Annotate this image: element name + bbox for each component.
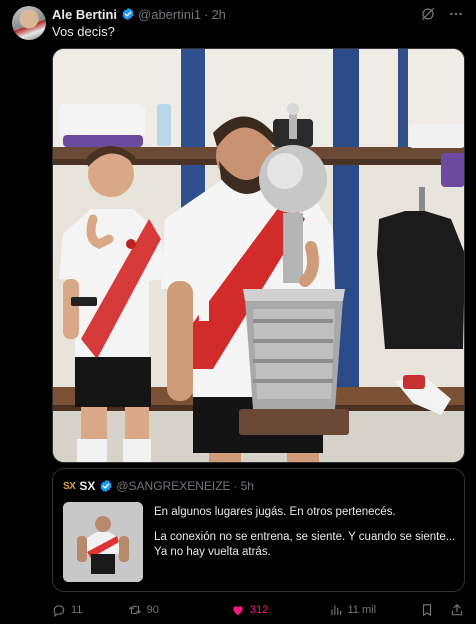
share-icon[interactable]: [450, 603, 464, 617]
reply-count: 11: [71, 604, 83, 616]
tweet-photo[interactable]: [52, 48, 465, 463]
like-count: 312: [250, 604, 269, 616]
retweet-button[interactable]: 90: [128, 603, 231, 617]
quoted-handle[interactable]: @SANGREXENEIZE: [116, 479, 230, 493]
retweet-icon: [128, 605, 141, 615]
quoted-author-name[interactable]: SX: [79, 479, 95, 493]
quoted-tweet[interactable]: SX SX @SANGREXENEIZE · 5h En algunos lug…: [52, 468, 465, 592]
quoted-avatar-logo[interactable]: SX: [63, 481, 76, 492]
locker-room-photo: [53, 49, 464, 462]
author-handle[interactable]: @abertini1: [138, 7, 201, 22]
quoted-photo[interactable]: [63, 502, 143, 582]
author-avatar[interactable]: [12, 6, 46, 40]
separator: ·: [204, 6, 209, 22]
grok-icon[interactable]: [420, 6, 436, 22]
tweet-time[interactable]: 2h: [211, 7, 225, 22]
views-count: 11 mil: [347, 604, 377, 616]
reply-icon: [53, 605, 65, 617]
author-name[interactable]: Ale Bertini: [52, 7, 117, 22]
more-icon[interactable]: [448, 6, 464, 22]
separator: ·: [233, 479, 238, 493]
tweet: Ale Bertini @abertini1 · 2h Vos decis? S…: [0, 0, 476, 624]
bookmark-icon[interactable]: [420, 603, 434, 617]
like-button[interactable]: 312: [231, 603, 328, 617]
player-photo: [63, 502, 143, 582]
secondary-actions: [420, 603, 464, 617]
quoted-header: SX SX @SANGREXENEIZE · 5h: [63, 479, 254, 493]
header-actions: [420, 6, 464, 22]
verified-badge-icon: [122, 7, 134, 21]
views-button[interactable]: 11 mil: [329, 603, 421, 617]
quoted-text: En algunos lugares jugás. En otros perte…: [154, 505, 456, 570]
tweet-header: Ale Bertini @abertini1 · 2h: [52, 5, 464, 23]
quoted-paragraph: En algunos lugares jugás. En otros perte…: [154, 506, 396, 518]
heart-icon: [233, 606, 243, 616]
retweet-count: 90: [146, 604, 159, 616]
action-bar: 11 90 312 11 mil: [52, 602, 464, 618]
tweet-text: Vos decis?: [52, 24, 115, 39]
verified-badge-icon: [100, 479, 112, 493]
views-icon: [330, 605, 341, 616]
reply-button[interactable]: 11: [52, 603, 128, 617]
quoted-time[interactable]: 5h: [241, 479, 254, 493]
quoted-paragraph: La conexión no se entrena, se siente. Y …: [154, 531, 456, 558]
